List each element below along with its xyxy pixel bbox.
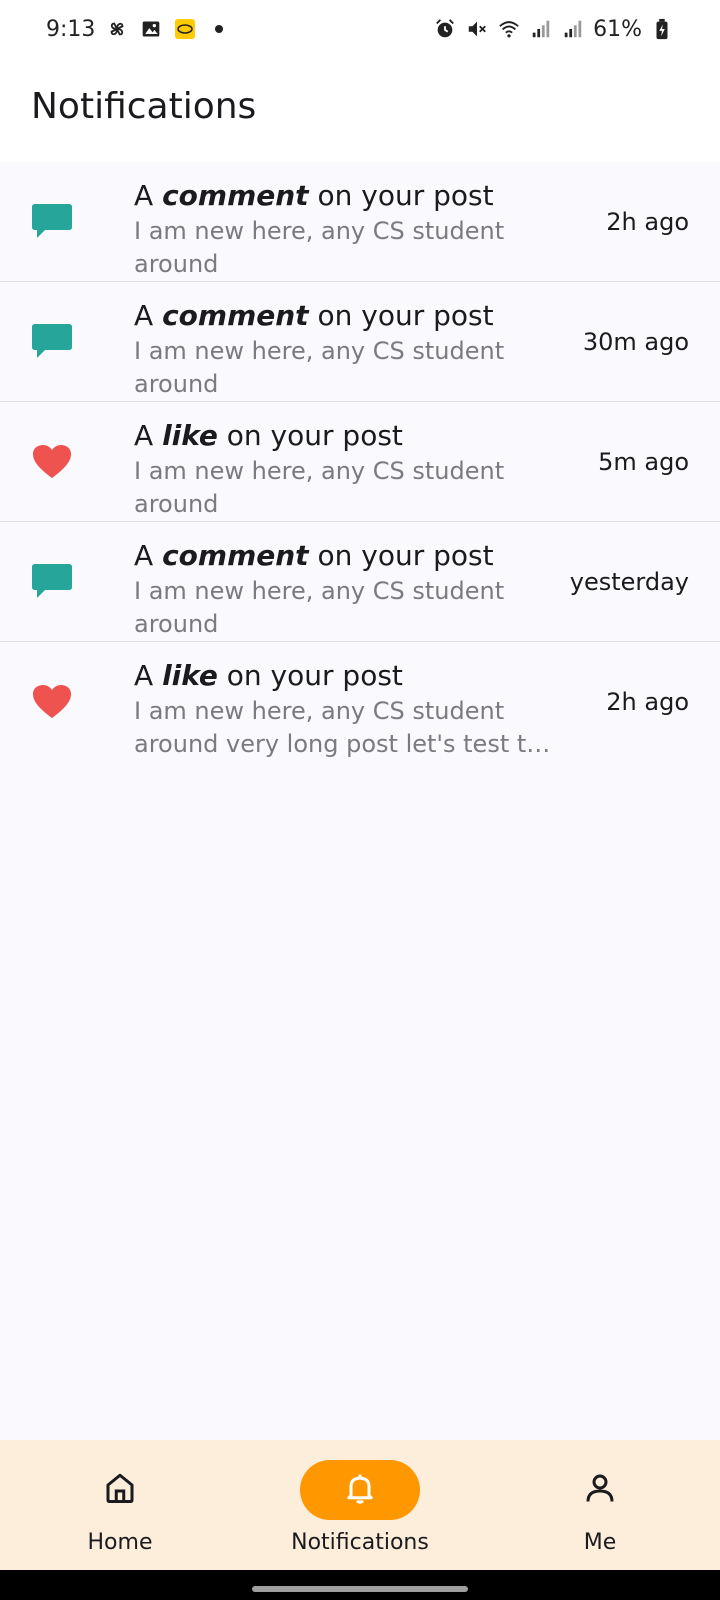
notification-item[interactable]: A comment on your post I am new here, an…	[0, 162, 720, 282]
nav-pill	[540, 1460, 660, 1520]
notification-body: I am new here, any CS student around	[134, 457, 505, 518]
notification-item[interactable]: A comment on your post I am new here, an…	[0, 522, 720, 642]
notification-body: I am new here, any CS student around	[134, 577, 505, 638]
notification-time: yesterday	[569, 567, 689, 596]
comment-icon	[30, 560, 74, 604]
gesture-handle[interactable]	[252, 1586, 468, 1592]
nav-item-me[interactable]: Me	[480, 1440, 720, 1570]
notification-list: A comment on your post I am new here, an…	[0, 162, 720, 762]
bell-icon	[342, 1470, 378, 1510]
nav-pill	[60, 1460, 180, 1520]
notification-title: A like on your post	[134, 419, 403, 452]
nav-pill-active	[300, 1460, 420, 1520]
signal-icon	[561, 17, 585, 41]
notification-item[interactable]: A comment on your post I am new here, an…	[0, 282, 720, 402]
notification-item[interactable]: A like on your post I am new here, any C…	[0, 642, 720, 762]
notification-item[interactable]: A like on your post I am new here, any C…	[0, 402, 720, 522]
notification-time: 5m ago	[598, 447, 689, 476]
pinwheel-icon	[105, 17, 129, 41]
notification-title: A comment on your post	[134, 179, 494, 212]
page-title: Notifications	[31, 86, 257, 127]
notification-title: A comment on your post	[134, 539, 494, 572]
notification-title: A like on your post	[134, 659, 403, 692]
notifications-screen: 9:13 61% Notifications A comment on your…	[0, 0, 720, 1600]
nav-label: Me	[583, 1530, 617, 1555]
gesture-bar	[0, 1570, 720, 1600]
comment-icon	[30, 320, 74, 364]
person-icon	[582, 1470, 618, 1510]
wifi-icon	[497, 17, 521, 41]
notification-body: I am new here, any CS student around	[134, 337, 505, 398]
alarm-icon	[433, 17, 457, 41]
status-time: 9:13	[46, 16, 96, 42]
gallery-icon	[139, 17, 163, 41]
battery-percent: 61%	[593, 16, 642, 42]
notification-title: A comment on your post	[134, 299, 494, 332]
nav-label: Home	[87, 1530, 153, 1555]
home-icon	[102, 1470, 138, 1510]
status-bar: 9:13 61%	[0, 0, 720, 58]
bottom-navigation: Home Notifications Me	[0, 1440, 720, 1570]
notification-time: 2h ago	[606, 207, 689, 236]
nav-item-home[interactable]: Home	[0, 1440, 240, 1570]
notification-body: I am new here, any CS student around	[134, 217, 505, 278]
nav-item-notifications[interactable]: Notifications	[240, 1440, 480, 1570]
notification-time: 2h ago	[606, 688, 689, 716]
nav-label: Notifications	[291, 1530, 429, 1555]
mute-icon	[465, 17, 489, 41]
battery-icon	[650, 17, 674, 41]
mtn-icon	[173, 17, 197, 41]
signal-icon	[529, 17, 553, 41]
notification-body: I am new here, any CS student around ver…	[134, 697, 557, 758]
dot-icon	[207, 17, 231, 41]
comment-icon	[30, 200, 74, 244]
notification-time: 30m ago	[582, 327, 689, 356]
heart-icon	[30, 680, 74, 724]
heart-icon	[30, 440, 74, 484]
app-bar: Notifications	[0, 58, 720, 162]
